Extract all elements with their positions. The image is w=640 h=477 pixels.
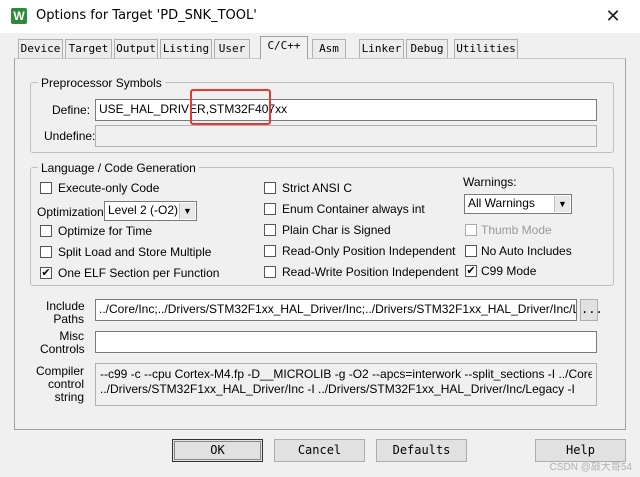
ro-pi-label: Read-Only Position Independent	[282, 244, 456, 258]
warnings-select[interactable]: All Warnings ▼	[464, 194, 572, 214]
tab-target[interactable]: Target	[65, 39, 112, 58]
tab-linker[interactable]: Linker	[359, 39, 404, 58]
execute-only-checkbox[interactable]	[40, 182, 52, 194]
strict-ansi-checkbox[interactable]	[264, 182, 276, 194]
chevron-down-icon[interactable]: ▼	[179, 203, 195, 219]
enum-container-label: Enum Container always int	[282, 202, 425, 216]
compiler-label-line3: string	[54, 390, 84, 404]
one-elf-label: One ELF Section per Function	[58, 266, 220, 280]
thumb-mode-label: Thumb Mode	[481, 223, 552, 237]
one-elf-checkbox[interactable]: ✔	[40, 267, 52, 279]
warnings-label: Warnings:	[463, 175, 517, 189]
include-label-line2: Paths	[53, 312, 84, 326]
tab-debug[interactable]: Debug	[406, 39, 448, 58]
tab-utilities[interactable]: Utilities	[454, 39, 518, 58]
compiler-string-line1: --c99 -c --cpu Cortex-M4.fp -D__MICROLIB…	[100, 367, 592, 381]
checkmark-icon: ✔	[466, 265, 476, 277]
enum-container-checkbox[interactable]	[264, 203, 276, 215]
plain-char-checkbox[interactable]	[264, 224, 276, 236]
defaults-button[interactable]: Defaults	[376, 439, 467, 462]
include-paths-input[interactable]: ../Core/Inc;../Drivers/STM32F1xx_HAL_Dri…	[95, 299, 577, 321]
ro-pi-checkbox[interactable]	[264, 245, 276, 257]
define-input[interactable]: USE_HAL_DRIVER,STM32F407xx	[95, 99, 597, 121]
keil-app-icon: W	[11, 8, 27, 24]
strict-ansi-label: Strict ANSI C	[282, 181, 353, 195]
cancel-button[interactable]: Cancel	[274, 439, 365, 462]
c99-mode-label: C99 Mode	[481, 264, 537, 278]
compiler-string-box[interactable]: --c99 -c --cpu Cortex-M4.fp -D__MICROLIB…	[95, 363, 597, 406]
watermark: CSDN @敲大哥54	[549, 462, 632, 473]
preprocessor-group-label: Preprocessor Symbols	[38, 76, 165, 90]
misc-controls-input[interactable]	[95, 331, 597, 353]
tab-c-cpp[interactable]: C/C++	[260, 36, 308, 59]
rw-pi-checkbox[interactable]	[264, 266, 276, 278]
browse-button[interactable]: ...	[580, 299, 603, 321]
optimization-label: Optimization:	[37, 205, 108, 219]
undefine-label: Undefine:	[44, 129, 96, 143]
optimize-time-label: Optimize for Time	[58, 224, 153, 238]
no-auto-includes-checkbox[interactable]	[465, 245, 477, 257]
no-auto-includes-label: No Auto Includes	[481, 244, 572, 258]
compiler-string-line2: ../Drivers/STM32F1xx_HAL_Driver/Inc -I .…	[100, 382, 575, 396]
optimize-time-checkbox[interactable]	[40, 225, 52, 237]
chevron-down-icon[interactable]: ▼	[554, 196, 570, 212]
include-paths-label: Include Paths	[46, 300, 85, 326]
execute-only-label: Execute-only Code	[58, 181, 160, 195]
misc-controls-label: Misc Controls	[40, 330, 85, 356]
warnings-value: All Warnings	[468, 196, 535, 210]
optimization-value: Level 2 (-O2)	[108, 203, 179, 217]
checkmark-icon: ✔	[41, 267, 51, 279]
tab-device[interactable]: Device	[18, 39, 63, 58]
undefine-input[interactable]	[95, 125, 597, 147]
thumb-mode-checkbox[interactable]	[465, 224, 477, 236]
optimization-select[interactable]: Level 2 (-O2) ▼	[104, 201, 197, 221]
tab-listing[interactable]: Listing	[160, 39, 212, 58]
c99-mode-checkbox[interactable]: ✔	[465, 265, 477, 277]
plain-char-label: Plain Char is Signed	[282, 223, 391, 237]
rw-pi-label: Read-Write Position Independent	[282, 265, 459, 279]
tab-output[interactable]: Output	[114, 39, 158, 58]
split-load-checkbox[interactable]	[40, 246, 52, 258]
ok-button[interactable]: OK	[172, 439, 263, 462]
define-label: Define:	[52, 103, 91, 117]
compiler-string-label: Compiler control string	[36, 365, 84, 404]
tab-asm[interactable]: Asm	[312, 39, 346, 58]
highlight-box	[190, 89, 271, 125]
window-title: Options for Target 'PD_SNK_TOOL'	[36, 8, 257, 23]
split-load-label: Split Load and Store Multiple	[58, 245, 212, 259]
close-icon[interactable]: ✕	[596, 4, 630, 28]
misc-label-line2: Controls	[40, 342, 85, 356]
tab-user[interactable]: User	[214, 39, 250, 58]
language-group-label: Language / Code Generation	[38, 161, 199, 175]
